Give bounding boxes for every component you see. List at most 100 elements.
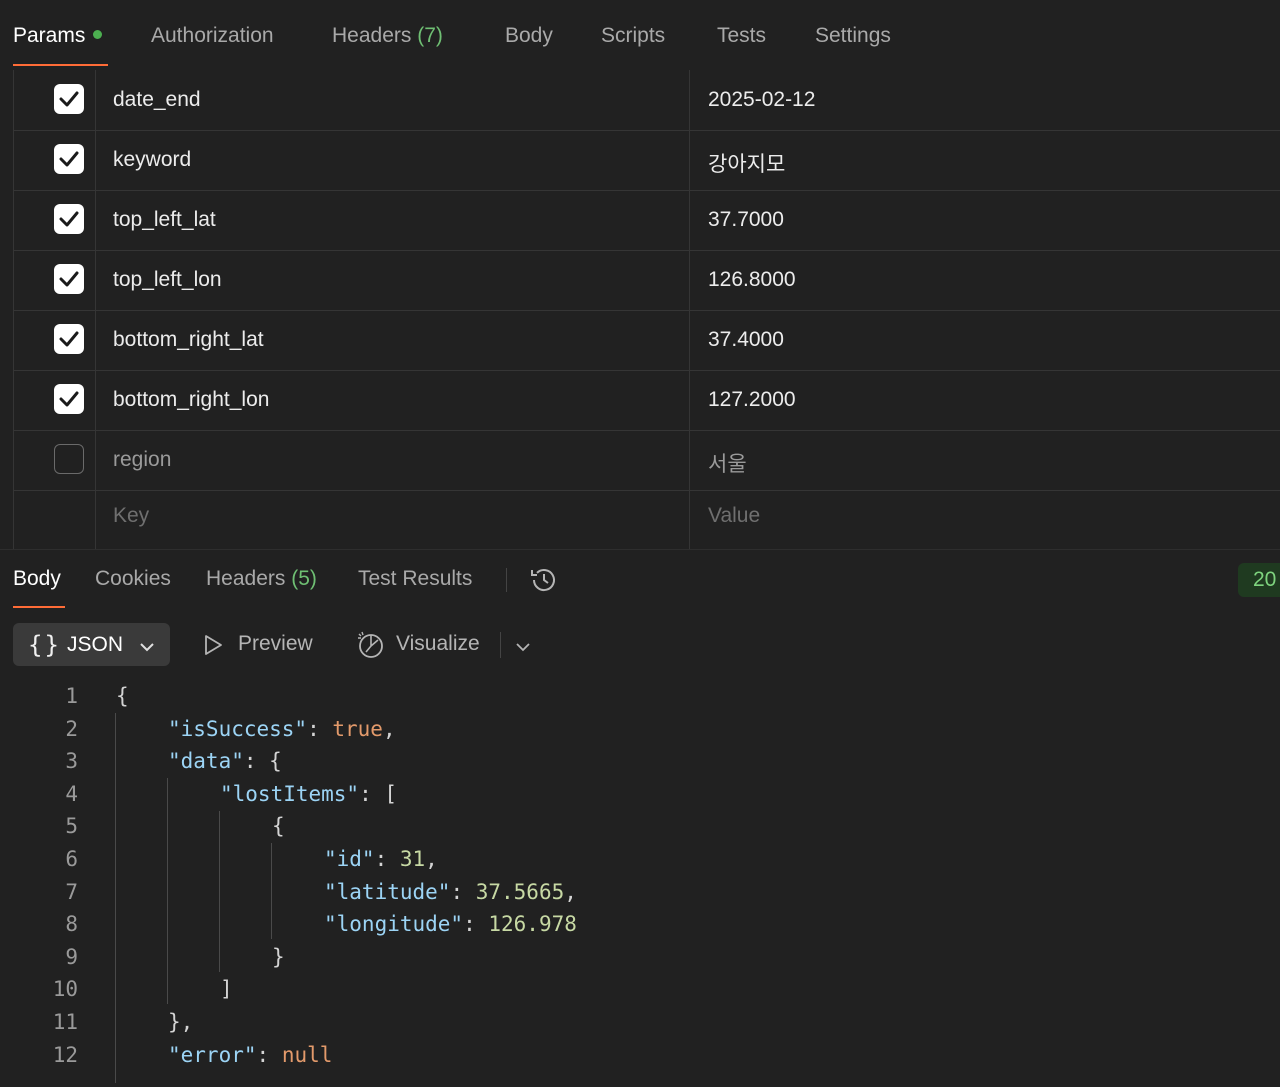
code-line: 10] — [0, 976, 1280, 1009]
param-row: top_left_lat 37.7000 — [14, 190, 1280, 251]
response-tab-headers[interactable]: Headers (5) — [206, 567, 317, 591]
tab-headers-label: Headers — [332, 24, 412, 47]
checkmark-icon — [59, 91, 79, 107]
code-text: "longitude": 126.978 — [324, 912, 577, 936]
format-select[interactable]: {} JSON — [13, 623, 170, 666]
format-select-label: JSON — [67, 633, 124, 656]
param-key[interactable]: date_end — [113, 88, 201, 112]
line-number: 3 — [65, 749, 78, 773]
response-json-viewer[interactable]: 1 {2 "isSuccess": true, 3 "data": { 4 "lostIte… — [0, 683, 1280, 1087]
line-number: 4 — [65, 782, 78, 806]
line-number: 10 — [52, 977, 78, 1001]
code-line: 9} — [0, 944, 1280, 977]
tab-authorization[interactable]: Authorization — [151, 24, 274, 48]
checkmark-icon — [59, 151, 79, 167]
tab-params[interactable]: Params — [13, 24, 103, 48]
code-text: "error": null — [168, 1043, 333, 1067]
play-icon — [203, 634, 223, 661]
checkmark-icon — [59, 391, 79, 407]
code-text: "data": { — [168, 749, 282, 773]
code-text: "isSuccess": true, — [168, 717, 396, 741]
line-number: 5 — [65, 814, 78, 838]
response-tab-test-results[interactable]: Test Results — [358, 567, 472, 591]
tab-headers[interactable]: Headers (7) — [332, 24, 443, 48]
response-tab-body[interactable]: Body — [13, 567, 61, 591]
line-number: 11 — [52, 1010, 78, 1034]
visualize-button[interactable]: Visualize — [396, 632, 480, 656]
param-row: region 서울 — [14, 430, 1280, 491]
param-key[interactable]: top_left_lat — [113, 208, 216, 232]
param-checkbox[interactable] — [54, 264, 84, 294]
param-row: keyword 강아지모 — [14, 130, 1280, 191]
param-value[interactable]: 강아지모 — [708, 148, 785, 178]
param-value[interactable]: 126.8000 — [708, 268, 796, 292]
param-value[interactable]: 2025-02-12 — [708, 88, 815, 112]
line-number: 6 — [65, 847, 78, 871]
param-checkbox[interactable] — [54, 204, 84, 234]
code-text: { — [272, 814, 285, 838]
param-key[interactable]: keyword — [113, 148, 191, 172]
param-value[interactable]: 서울 — [708, 448, 747, 478]
param-value[interactable]: 37.4000 — [708, 328, 784, 352]
preview-button[interactable]: Preview — [238, 632, 313, 656]
line-number: 9 — [65, 945, 78, 969]
code-line: 11}, — [0, 1009, 1280, 1042]
param-checkbox[interactable] — [54, 444, 84, 474]
code-line: 7 "latitude": 37.5665, — [0, 879, 1280, 912]
response-tab-headers-label: Headers — [206, 567, 286, 590]
request-tabs: Params Authorization Headers (7) Body Sc… — [0, 0, 1280, 68]
status-badge: 20 — [1238, 563, 1280, 597]
response-divider — [0, 549, 1280, 550]
param-value-placeholder[interactable]: Value — [708, 504, 760, 528]
param-checkbox[interactable] — [54, 84, 84, 114]
param-key-cell — [96, 490, 690, 549]
param-checkbox[interactable] — [54, 144, 84, 174]
checkmark-icon — [59, 271, 79, 287]
code-text: }, — [168, 1010, 194, 1034]
code-line: 6 "id": 31, — [0, 846, 1280, 879]
response-tab-underline — [13, 606, 65, 608]
code-text: "id": 31, — [324, 847, 438, 871]
param-value[interactable]: 37.7000 — [708, 208, 784, 232]
tab-scripts[interactable]: Scripts — [601, 24, 665, 48]
history-icon[interactable] — [528, 564, 560, 601]
param-checkbox-cell — [14, 490, 96, 549]
param-key[interactable]: bottom_right_lat — [113, 328, 264, 352]
param-row: date_end 2025-02-12 — [14, 70, 1280, 131]
line-number: 2 — [65, 717, 78, 741]
code-line: 8 "longitude": 126.978 — [0, 911, 1280, 944]
params-status-dot — [93, 30, 103, 39]
tab-tests[interactable]: Tests — [717, 24, 766, 48]
param-key-cell — [96, 430, 690, 490]
visualize-icon — [356, 630, 386, 665]
param-checkbox[interactable] — [54, 384, 84, 414]
tabs-divider — [506, 568, 507, 592]
response-tab-cookies[interactable]: Cookies — [95, 567, 171, 591]
param-key[interactable]: region — [113, 448, 171, 472]
param-value[interactable]: 127.2000 — [708, 388, 796, 412]
checkmark-icon — [59, 331, 79, 347]
active-tab-underline — [13, 64, 108, 66]
param-key[interactable]: top_left_lon — [113, 268, 222, 292]
param-checkbox[interactable] — [54, 324, 84, 354]
line-number: 1 — [65, 684, 78, 708]
visualize-dropdown-icon[interactable] — [515, 639, 531, 657]
param-key[interactable]: bottom_right_lon — [113, 388, 269, 412]
chevron-down-icon — [139, 639, 155, 657]
param-row: top_left_lon 126.8000 — [14, 250, 1280, 311]
response-tab-headers-count: (5) — [291, 567, 317, 590]
param-row: bottom_right_lat 37.4000 — [14, 310, 1280, 371]
tab-settings[interactable]: Settings — [815, 24, 891, 48]
param-row: bottom_right_lon 127.2000 — [14, 370, 1280, 431]
line-number: 12 — [52, 1043, 78, 1067]
tab-headers-count: (7) — [417, 24, 443, 47]
code-text: ] — [220, 977, 233, 1001]
checkmark-icon — [59, 211, 79, 227]
code-text: "lostItems": [ — [220, 782, 398, 806]
tab-body[interactable]: Body — [505, 24, 553, 48]
toolbar-divider — [500, 632, 501, 658]
code-text: "latitude": 37.5665, — [324, 880, 577, 904]
code-line: 5{ — [0, 813, 1280, 846]
code-line: 4 "lostItems": [ — [0, 781, 1280, 814]
param-key-placeholder[interactable]: Key — [113, 504, 149, 528]
